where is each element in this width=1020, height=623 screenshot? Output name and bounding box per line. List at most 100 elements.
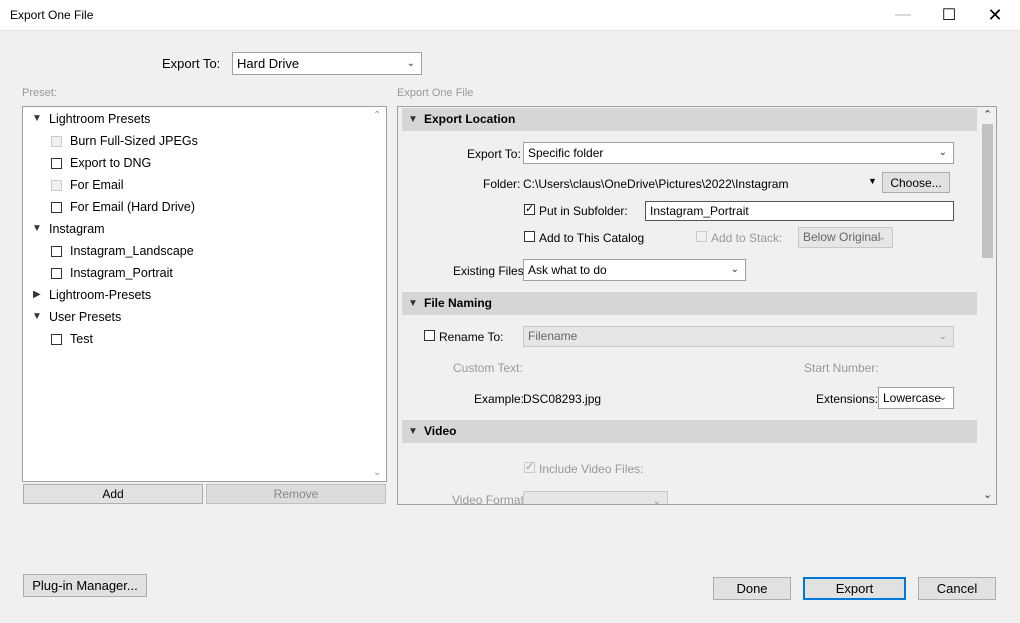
- scroll-up-icon[interactable]: ⌃: [373, 110, 381, 121]
- start-number-label: Start Number:: [804, 361, 879, 375]
- preset-checkbox[interactable]: [51, 158, 62, 169]
- video-format-label: Video Format:: [452, 493, 528, 504]
- window-title: Export One File: [10, 8, 94, 22]
- settings-scrollbar[interactable]: ⌃ ⌄: [980, 108, 995, 503]
- folder-label: User Presets: [49, 310, 122, 324]
- loc-export-to-select[interactable]: Specific folder ⌄: [523, 142, 954, 164]
- minimize-icon: —: [895, 6, 911, 23]
- example-value: DSC08293.jpg: [523, 392, 602, 406]
- add-preset-button[interactable]: Add: [23, 484, 203, 504]
- extensions-select[interactable]: Lowercase ⌄: [878, 387, 954, 409]
- video-format-row: Video Format: ⌄: [398, 490, 980, 504]
- choose-button[interactable]: Choose...: [882, 172, 950, 193]
- preset-checkbox[interactable]: [51, 136, 62, 147]
- done-button[interactable]: Done: [713, 577, 791, 600]
- include-video-label: Include Video Files:: [539, 462, 644, 476]
- folder-label: Folder:: [483, 177, 521, 191]
- settings-panel-title: Export One File: [397, 87, 474, 99]
- put-in-subfolder-checkbox[interactable]: [524, 202, 535, 215]
- plugin-manager-button[interactable]: Plug-in Manager...: [23, 574, 147, 597]
- export-to-select[interactable]: Hard Drive ⌄: [232, 52, 422, 75]
- collapse-triangle-icon[interactable]: ▶: [33, 285, 41, 305]
- preset-checkbox[interactable]: [51, 268, 62, 279]
- preset-scrollbar[interactable]: ⌃ ⌄: [371, 108, 385, 480]
- put-in-subfolder-label: Put in Subfolder:: [539, 204, 628, 218]
- chevron-down-icon: ⌄: [730, 264, 739, 275]
- expand-triangle-icon[interactable]: ▼: [32, 109, 42, 129]
- chevron-down-icon: ⌄: [938, 392, 947, 403]
- include-video-checkbox[interactable]: [524, 460, 535, 473]
- stack-position-value: Below Original: [803, 230, 881, 244]
- export-to-label: Export To:: [162, 56, 221, 71]
- expand-triangle-icon[interactable]: ▼: [408, 420, 418, 443]
- extensions-value: Lowercase: [883, 391, 942, 405]
- scroll-up-icon[interactable]: ⌃: [983, 108, 992, 121]
- expand-triangle-icon[interactable]: ▼: [32, 307, 42, 327]
- chevron-down-icon: ⌄: [652, 496, 661, 504]
- subfolder-input[interactable]: Instagram_Portrait: [645, 201, 954, 221]
- chevron-down-icon: ⌄: [406, 58, 415, 69]
- preset-checkbox[interactable]: [51, 180, 62, 191]
- chevron-down-icon: ⌄: [938, 147, 947, 158]
- file-naming-header[interactable]: ▼ File Naming: [402, 292, 977, 315]
- video-header[interactable]: ▼ Video: [402, 420, 977, 443]
- add-to-stack-checkbox[interactable]: [696, 231, 707, 242]
- preset-tree: ⌃ ⌄ ▼ Lightroom Presets Burn Full-Sized …: [22, 106, 387, 482]
- add-to-catalog-checkbox[interactable]: [524, 231, 535, 242]
- preset-checkbox[interactable]: [51, 334, 62, 345]
- existing-files-select[interactable]: Ask what to do ⌄: [523, 259, 746, 281]
- expand-triangle-icon[interactable]: ▼: [408, 292, 418, 315]
- expand-triangle-icon[interactable]: ▼: [32, 219, 42, 239]
- preset-item-label: Burn Full-Sized JPEGs: [70, 134, 198, 148]
- close-icon: ✕: [987, 4, 1003, 25]
- rename-template-select[interactable]: Filename ⌄: [523, 326, 954, 347]
- video-format-select[interactable]: ⌄: [523, 491, 668, 504]
- stack-position-select[interactable]: Below Original ⌄: [798, 227, 893, 248]
- export-location-header[interactable]: ▼ Export Location: [402, 108, 977, 131]
- loc-export-to-value: Specific folder: [528, 146, 604, 160]
- preset-checkbox[interactable]: [51, 246, 62, 257]
- section-title: Export Location: [424, 112, 516, 126]
- extensions-label: Extensions:: [816, 392, 879, 406]
- scroll-down-icon[interactable]: ⌄: [373, 467, 381, 478]
- existing-files-value: Ask what to do: [528, 263, 607, 277]
- export-to-value: Hard Drive: [237, 56, 300, 71]
- preset-checkbox[interactable]: [51, 202, 62, 213]
- preset-label: Preset:: [22, 87, 57, 99]
- minimize-button[interactable]: —: [880, 0, 926, 30]
- rename-to-checkbox[interactable]: [424, 330, 435, 341]
- maximize-button[interactable]: ☐: [926, 0, 972, 30]
- cancel-button[interactable]: Cancel: [918, 577, 996, 600]
- expand-triangle-icon[interactable]: ▼: [408, 108, 418, 131]
- close-button[interactable]: ✕: [972, 0, 1018, 30]
- section-title: Video: [424, 424, 457, 438]
- title-bar: Export One File — ☐ ✕: [0, 0, 1020, 31]
- chevron-down-icon: ⌄: [938, 331, 947, 342]
- scroll-down-icon[interactable]: ⌄: [983, 488, 992, 501]
- preset-item-label: Instagram_Portrait: [70, 266, 173, 280]
- folder-label: Instagram: [49, 222, 105, 236]
- preset-item-label: Instagram_Landscape: [70, 244, 194, 258]
- add-to-catalog-label: Add to This Catalog: [539, 231, 645, 245]
- export-button[interactable]: Export: [803, 577, 906, 600]
- maximize-icon: ☐: [941, 7, 957, 24]
- preset-item-label: For Email: [70, 178, 124, 192]
- remove-preset-button[interactable]: Remove: [206, 484, 386, 504]
- chevron-down-icon: ⌄: [877, 232, 886, 243]
- preset-item-label: Test: [70, 332, 93, 346]
- example-label: Example:: [474, 392, 525, 406]
- rename-template-value: Filename: [528, 329, 578, 343]
- preset-item-label: Export to DNG: [70, 156, 152, 170]
- folder-label: Lightroom Presets: [49, 112, 151, 126]
- existing-files-label: Existing Files:: [453, 264, 528, 278]
- rename-to-label: Rename To:: [439, 330, 504, 344]
- folder-dropdown-icon[interactable]: ▼: [868, 176, 877, 186]
- preset-item-label: For Email (Hard Drive): [70, 200, 196, 214]
- folder-path: C:\Users\claus\OneDrive\Pictures\2022\In…: [523, 177, 789, 191]
- section-title: File Naming: [424, 296, 493, 310]
- scroll-thumb[interactable]: [982, 124, 993, 258]
- loc-export-to-label: Export To:: [467, 147, 521, 161]
- custom-text-label: Custom Text:: [453, 361, 523, 375]
- add-to-stack-label: Add to Stack:: [711, 231, 783, 245]
- folder-label: Lightroom-Presets: [49, 288, 152, 302]
